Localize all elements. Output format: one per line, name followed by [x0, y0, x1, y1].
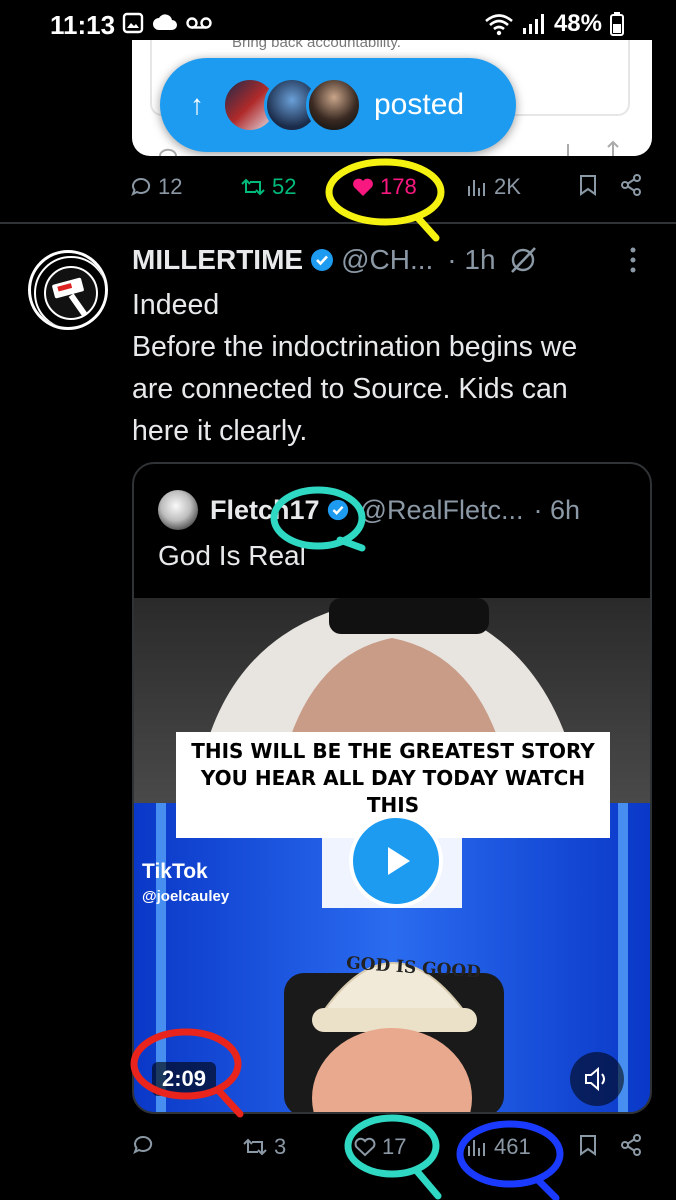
- quote-text: God Is Real: [158, 540, 306, 571]
- system-icons: 48%: [484, 10, 624, 38]
- caption-line: THIS WILL BE THE GREATEST STORY: [191, 739, 595, 763]
- tweet-time[interactable]: · 1h: [447, 244, 495, 276]
- reply-button[interactable]: [132, 1134, 154, 1156]
- pill-avatars: [222, 77, 362, 133]
- share-button[interactable]: [620, 174, 642, 196]
- bookmark-icon: [580, 1135, 596, 1156]
- quote-header: Fletch17 @RealFletc... · 6h: [158, 490, 580, 530]
- reply-count: 12: [158, 174, 183, 199]
- reply-button[interactable]: 12: [130, 174, 182, 200]
- clock: 11:13: [50, 10, 116, 40]
- repost-button[interactable]: 52: [240, 174, 296, 200]
- author-handle[interactable]: @CH...: [341, 244, 433, 276]
- video-player[interactable]: THIS WILL BE THE GREATEST STORY YOU HEAR…: [134, 598, 650, 1112]
- repost-button[interactable]: 3: [242, 1134, 286, 1160]
- quote-author-handle: @RealFletc...: [359, 494, 524, 525]
- views-button[interactable]: 461: [466, 1134, 531, 1160]
- like-button[interactable]: 178: [352, 174, 417, 200]
- like-button[interactable]: 17: [354, 1134, 406, 1160]
- more-options-icon[interactable]: [628, 245, 638, 275]
- divider: [0, 222, 676, 224]
- heart-filled-icon: [353, 178, 373, 196]
- tweet-line: here it clearly.: [132, 415, 308, 447]
- cloud-icon: [153, 14, 177, 30]
- repost-icon: [243, 1138, 267, 1156]
- bookmark-button[interactable]: [578, 1134, 598, 1156]
- tweet-line: are connected to Source. Kids can: [132, 373, 568, 405]
- views-icon: [468, 180, 485, 196]
- battery-percent: 48%: [553, 10, 602, 37]
- wifi-icon: [485, 14, 513, 36]
- share-icon: [621, 1134, 641, 1156]
- gallery-icon: [122, 12, 144, 34]
- like-count: 17: [382, 1134, 407, 1159]
- tiktok-watermark: TikTok: [142, 860, 208, 883]
- tweet-line: Indeed: [132, 289, 220, 321]
- share-button[interactable]: [620, 1134, 642, 1156]
- author-name[interactable]: MILLERTIME: [132, 244, 303, 276]
- quoted-tweet[interactable]: Fletch17 @RealFletc... · 6h God Is Real: [132, 462, 652, 1114]
- quote-author-name: Fletch17: [210, 494, 320, 525]
- reply-icon: [133, 1135, 153, 1155]
- signal-icon: [522, 14, 544, 34]
- video-duration: 2:09: [152, 1062, 217, 1096]
- repost-count: 52: [272, 174, 297, 199]
- views-count: 461: [494, 1134, 531, 1159]
- caption-line: YOU HEAR ALL DAY TODAY WATCH: [200, 766, 586, 790]
- mute-button[interactable]: [570, 1052, 624, 1106]
- play-icon: [388, 847, 410, 875]
- tweet-line: Before the indoctrination begins we: [132, 331, 578, 363]
- repost-icon: [241, 178, 265, 196]
- grok-icon[interactable]: [508, 245, 538, 275]
- views-count: 2K: [494, 174, 521, 199]
- voicemail-icon: [186, 17, 212, 29]
- tiktok-handle: @joelcauley: [142, 888, 230, 905]
- notification-icons: [122, 12, 212, 34]
- reply-icon: [131, 177, 151, 197]
- hammer-logo-icon: [34, 256, 105, 327]
- verified-badge-icon: [327, 499, 348, 521]
- battery-icon: [610, 12, 624, 36]
- verified-badge-icon: [311, 249, 334, 271]
- arrow-up-icon: ↑: [190, 89, 204, 120]
- previous-quote-snippet: Bring back accountability.: [232, 40, 401, 51]
- heart-icon: [354, 1137, 376, 1157]
- like-count: 178: [380, 174, 417, 199]
- avatar: [306, 77, 362, 133]
- views-icon: [468, 1140, 485, 1156]
- new-posts-pill[interactable]: ↑ posted: [160, 58, 516, 152]
- speaker-muted-icon: [585, 1066, 605, 1092]
- play-button[interactable]: [349, 814, 443, 908]
- views-button[interactable]: 2K: [466, 174, 521, 200]
- quote-avatar: [158, 490, 198, 530]
- tweet-body: Indeed Before the indoctrination begins …: [132, 284, 652, 452]
- tweet-actions: 3 17 461: [130, 1128, 650, 1168]
- previous-tweet-actions: 12 52 178 2K: [130, 168, 650, 208]
- bookmark-icon: [580, 175, 596, 196]
- author-avatar[interactable]: [28, 250, 108, 330]
- share-icon: [621, 174, 641, 196]
- repost-count: 3: [274, 1134, 287, 1159]
- tweet-header: MILLERTIME @CH... · 1h: [132, 240, 652, 280]
- quote-time: · 6h: [533, 494, 581, 525]
- pill-label: posted: [374, 88, 465, 121]
- bookmark-button[interactable]: [578, 174, 598, 196]
